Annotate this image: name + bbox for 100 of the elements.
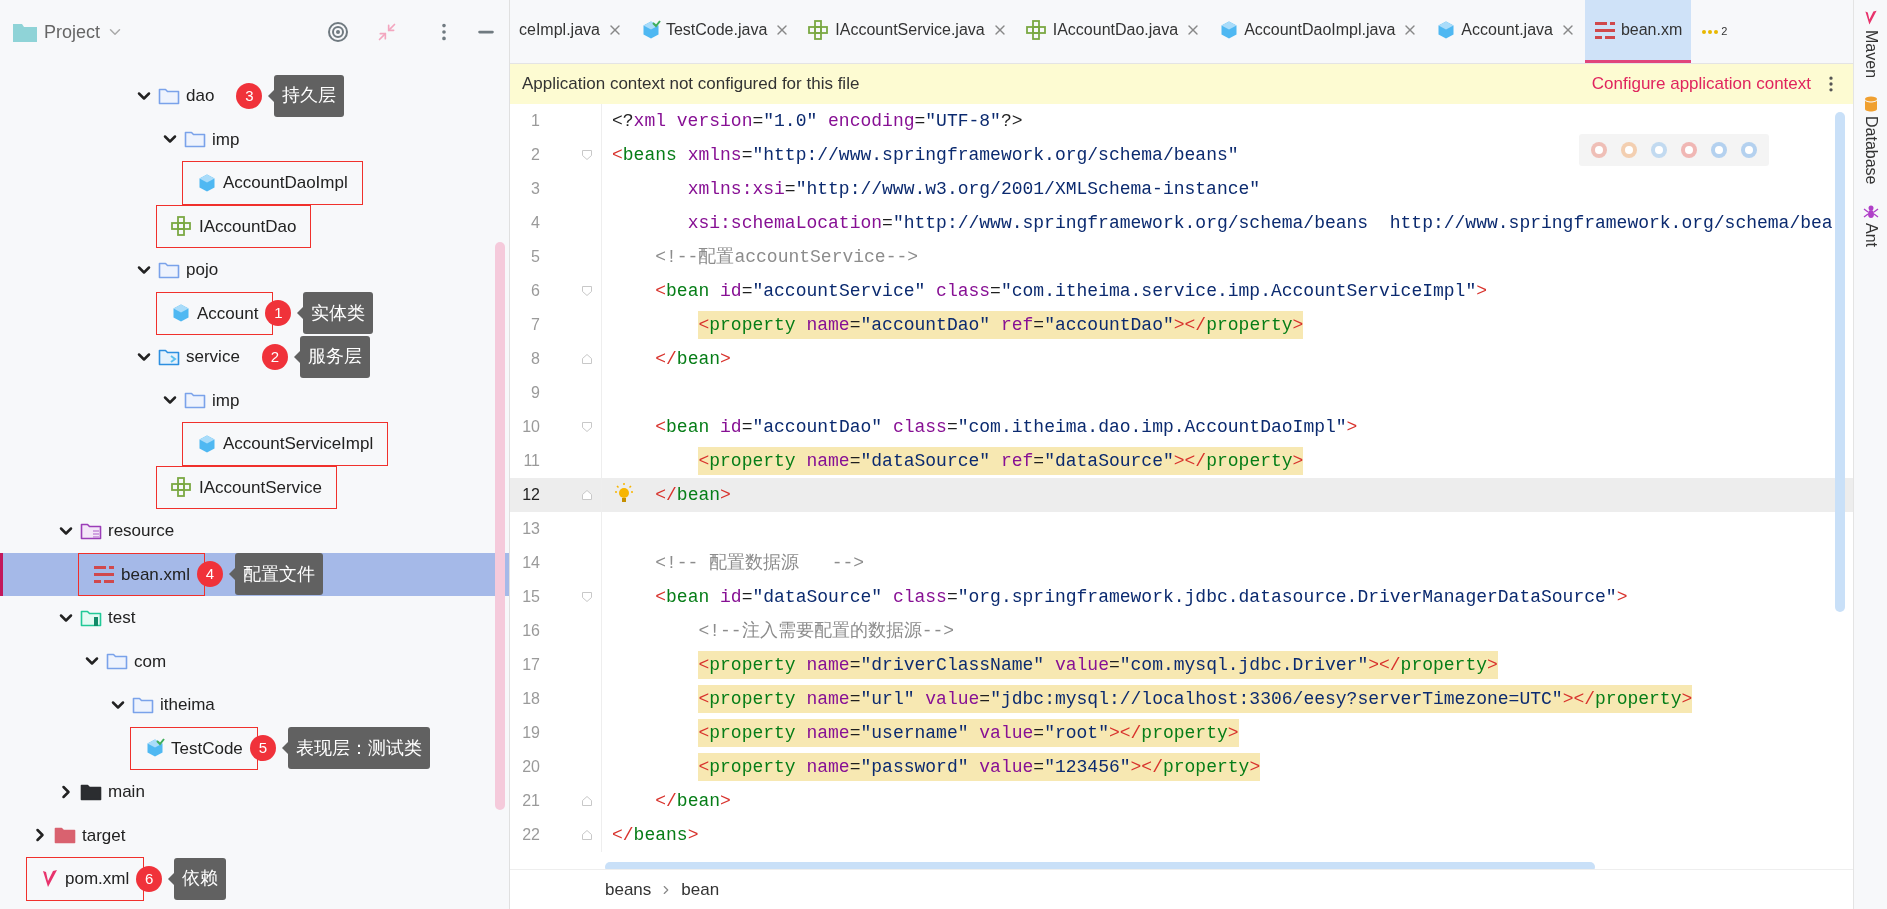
line-number: 12 [522, 485, 540, 505]
scrollbar[interactable] [1835, 112, 1845, 612]
tree-item[interactable]: AccountDaoImpl [182, 161, 363, 205]
folder-icon [54, 826, 76, 845]
tree-item[interactable]: com [104, 648, 169, 674]
tree-item[interactable]: IAccountDao [156, 204, 312, 248]
tree-item[interactable]: AccountServiceImpl [182, 422, 389, 466]
fold-icon[interactable] [581, 353, 593, 365]
code-line: <?xml version="1.0" encoding="UTF-8"?> [612, 109, 1023, 133]
line-number: 9 [531, 383, 540, 403]
editor-tab[interactable]: TestCode.java [631, 0, 800, 63]
editor-tab[interactable]: Account.java [1427, 0, 1585, 63]
collapse-icon[interactable] [377, 22, 397, 42]
class-icon [145, 738, 165, 759]
line-number: 1 [531, 111, 540, 131]
editor-tab[interactable]: IAccountDao.java [1016, 0, 1211, 63]
callout: 依赖 [168, 857, 227, 900]
editor-tab[interactable]: IAccountService.java [799, 0, 1017, 63]
tool-window-button[interactable]: Database [1858, 94, 1883, 187]
fold-icon[interactable] [581, 489, 593, 501]
line-number: 14 [522, 553, 540, 573]
scrollbar[interactable] [495, 242, 505, 810]
class-icon [1436, 20, 1457, 40]
line-number: 19 [522, 723, 540, 743]
editor-tab[interactable]: ceImpl.java [510, 0, 632, 63]
breadcrumb-item[interactable]: beans [605, 876, 652, 903]
tree-item[interactable]: service [156, 344, 242, 370]
test-folder-icon [80, 608, 102, 627]
target-icon[interactable] [327, 21, 349, 43]
fold-icon[interactable] [581, 829, 593, 841]
tree-item[interactable]: imp [182, 126, 242, 152]
maven-icon [41, 868, 59, 889]
editor-tab[interactable]: AccountDaoImpl.java [1210, 0, 1428, 63]
line-number: 6 [531, 281, 540, 301]
interface-icon [1025, 20, 1048, 40]
line-number: 16 [522, 621, 540, 641]
line-number: 5 [531, 247, 540, 267]
line-number: 21 [522, 791, 540, 811]
number-badge: 4 [197, 561, 223, 588]
tool-window-button[interactable]: Ant [1858, 200, 1883, 249]
line-number: 7 [531, 315, 540, 335]
folder-icon [158, 260, 180, 279]
fold-icon[interactable] [581, 285, 593, 297]
number-badge: 5 [249, 735, 276, 762]
horizontal-scrollbar[interactable] [605, 862, 1595, 869]
fold-icon[interactable] [581, 795, 593, 807]
panel-title[interactable]: Project [44, 18, 101, 46]
code-line: <!--配置accountService--> [655, 245, 919, 269]
more-tabs-icon[interactable] [1701, 28, 1720, 35]
line-number: 3 [531, 179, 540, 199]
fold-icon[interactable] [581, 591, 593, 603]
number-badge: 1 [265, 300, 292, 327]
folder-icon [184, 130, 206, 149]
code-line: </bean> [655, 789, 731, 813]
tree-item[interactable]: target [52, 822, 128, 848]
fold-icon[interactable] [581, 149, 593, 161]
tool-window-button[interactable]: Maven [1858, 8, 1883, 81]
interface-icon [171, 477, 193, 498]
tree-item[interactable]: main [78, 779, 147, 805]
folder-icon [132, 695, 154, 714]
callout: 实体类 [297, 292, 374, 335]
xml-file-icon [1593, 20, 1616, 40]
tree-item[interactable]: itheima [130, 692, 217, 718]
class-icon [197, 433, 217, 454]
line-number: 18 [522, 689, 540, 709]
code-line: </bean> [655, 483, 731, 507]
interface-icon [171, 216, 193, 237]
folder-icon [12, 21, 38, 43]
code-line: <!--注入需要配置的数据源--> [698, 619, 955, 643]
folder-icon [106, 652, 128, 671]
folder-icon [158, 347, 180, 366]
tree-item[interactable]: test [78, 605, 138, 631]
code-line: xmlns:xsi="http://www.w3.org/2001/XMLSchema-instance" [687, 177, 1261, 201]
class-icon [1219, 20, 1240, 40]
code-line: <!-- 配置数据源 --> [655, 551, 865, 575]
folder-icon [80, 782, 102, 801]
breadcrumb-item[interactable]: bean [681, 876, 720, 903]
number-badge: 2 [261, 343, 288, 370]
tree-item[interactable]: pom.xml [26, 857, 145, 901]
tree-item[interactable]: bean.xml [78, 552, 205, 596]
class-icon [171, 303, 191, 324]
line-number: 8 [531, 349, 540, 369]
callout: 表现层：测试类 [281, 727, 430, 770]
database-icon [1863, 96, 1878, 113]
configure-link[interactable]: Configure application context [1591, 71, 1811, 97]
tree-item[interactable]: resource [78, 518, 177, 544]
tree-item[interactable]: pojo [156, 257, 221, 283]
tree-item[interactable]: imp [182, 387, 242, 413]
editor-tab[interactable]: bean.xm [1584, 0, 1692, 63]
fold-icon[interactable] [581, 421, 593, 433]
callout: 配置文件 [229, 553, 323, 596]
browser-icon[interactable] [1679, 140, 1699, 160]
code-line: </beans> [612, 823, 699, 847]
lightbulb-icon[interactable] [614, 483, 634, 505]
tree-item[interactable]: dao [156, 83, 217, 109]
callout: 持久层 [268, 74, 345, 117]
callout: 服务层 [293, 335, 370, 378]
line-number: 17 [522, 655, 540, 675]
line-number: 22 [522, 825, 540, 845]
tree-item[interactable]: IAccountService [156, 465, 337, 509]
